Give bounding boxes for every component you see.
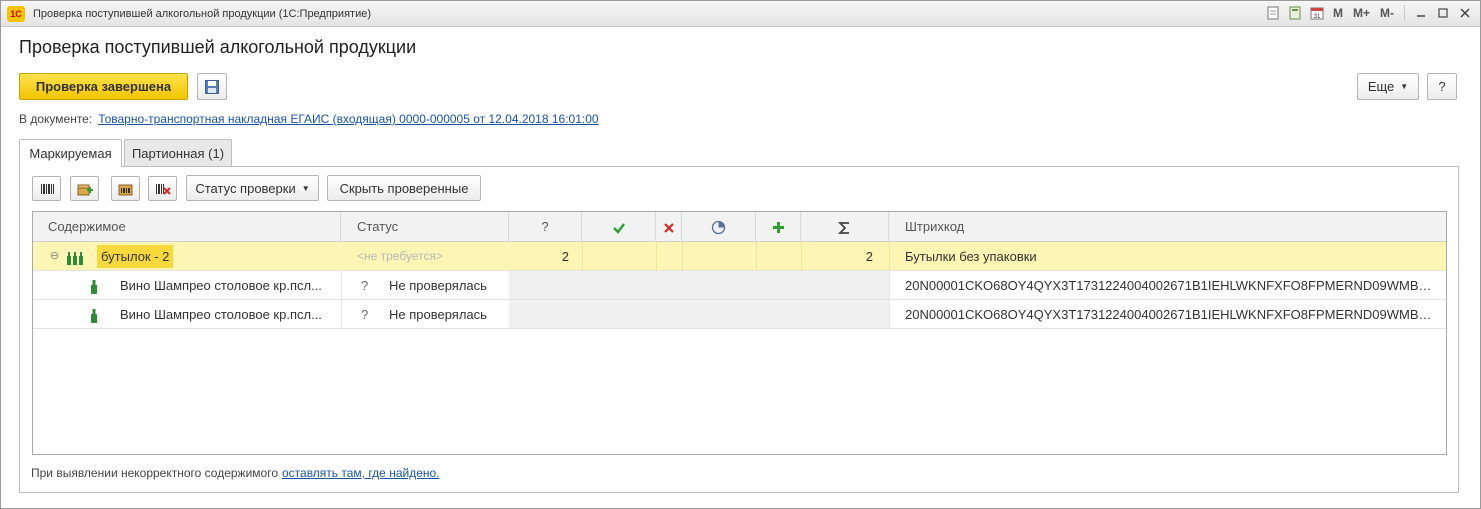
complete-check-button[interactable]: Проверка завершена: [19, 73, 188, 100]
document-link[interactable]: Товарно-транспортная накладная ЕГАИС (вх…: [98, 112, 598, 126]
app-window: 1С Проверка поступившей алкогольной прод…: [0, 0, 1481, 509]
box-add-icon: [77, 184, 93, 195]
pie-icon: [711, 220, 726, 235]
bottles-group-icon: [66, 242, 84, 271]
cross-icon: [663, 222, 674, 233]
bottle-icon: [89, 271, 99, 300]
svg-text:31: 31: [1314, 14, 1321, 20]
barcode-error-button[interactable]: [148, 176, 177, 201]
divider: [801, 242, 802, 270]
sigma-icon: [837, 221, 849, 234]
print-icon[interactable]: [1264, 4, 1282, 22]
row-status-mark: ?: [361, 278, 369, 293]
divider: [582, 242, 583, 270]
row-status: Не проверялась: [389, 278, 487, 293]
table-row-group[interactable]: ⊖ бутылок - 2 <не требуется> 2 2 Бутылки…: [33, 242, 1446, 271]
close-icon[interactable]: [1456, 4, 1474, 22]
memory-plus-button[interactable]: М+: [1350, 6, 1373, 20]
scan-barcode-button[interactable]: [32, 176, 61, 201]
content-table: Содержимое Статус ? Штрихкод ⊖ бутылок -…: [32, 211, 1447, 455]
page-title: Проверка поступившей алкогольной продукц…: [19, 37, 417, 57]
header-partial[interactable]: [682, 212, 756, 242]
header-error[interactable]: [656, 212, 682, 242]
table-row[interactable]: Вино Шампрео столовое кр.псл... ? Не про…: [33, 300, 1446, 329]
barcode-error-icon: [155, 183, 171, 195]
1c-logo-icon: 1С: [7, 5, 25, 22]
header-added[interactable]: [756, 212, 801, 242]
memory-minus-button[interactable]: М-: [1377, 6, 1397, 20]
dropdown-arrow-icon: ▼: [1400, 82, 1409, 91]
group-barcode: Бутылки без упаковки: [905, 249, 1037, 264]
group-question-count: 2: [561, 249, 569, 264]
row-barcode: 20N00001CKO68OY4QYX3T1731224004002671B1I…: [905, 278, 1435, 293]
row-content: Вино Шампрео столовое кр.псл...: [120, 278, 322, 293]
tab-batch[interactable]: Партионная (1): [124, 139, 232, 166]
footer-prefix: При выявлении некорректного содержимого: [31, 466, 278, 480]
header-checked[interactable]: [582, 212, 656, 242]
header-content[interactable]: Содержимое: [33, 212, 341, 242]
title-bar: 1С Проверка поступившей алкогольной прод…: [1, 1, 1480, 27]
memory-button[interactable]: М: [1330, 6, 1346, 20]
more-button[interactable]: Еще ▼: [1357, 73, 1419, 100]
row-status-mark: ?: [361, 307, 369, 322]
collapse-icon[interactable]: ⊖: [50, 242, 59, 271]
save-icon: [205, 79, 219, 94]
divider: [889, 242, 890, 270]
add-box-button[interactable]: [70, 176, 99, 201]
divider: [682, 242, 683, 270]
tab-marked[interactable]: Маркируемая: [19, 139, 122, 167]
divider: [656, 242, 657, 270]
status-filter-label: Статус проверки: [195, 180, 296, 196]
row-counts-area: [509, 300, 889, 328]
row-content: Вино Шампрео столовое кр.псл...: [120, 307, 322, 322]
bottle-icon: [89, 300, 99, 329]
group-status: <не требуется>: [357, 249, 443, 263]
separator: [1404, 5, 1405, 21]
header-sum[interactable]: [801, 212, 889, 242]
check-icon: [612, 222, 625, 234]
maximize-icon[interactable]: [1434, 4, 1452, 22]
status-filter-button[interactable]: Статус проверки ▼: [186, 175, 319, 201]
divider: [341, 271, 342, 299]
row-barcode: 20N00001CKO68OY4QYX3T1731224004002671B1I…: [905, 307, 1435, 322]
box-barcode-button[interactable]: [111, 176, 140, 201]
row-counts-area: [509, 271, 889, 299]
group-sum: 2: [865, 249, 873, 264]
divider: [889, 271, 890, 299]
dropdown-arrow-icon: ▼: [301, 183, 310, 193]
title-tools: 31 М М+ М-: [1264, 4, 1474, 22]
document-prefix: В документе:: [19, 112, 93, 126]
calendar-icon[interactable]: 31: [1308, 4, 1326, 22]
tab-panel: Статус проверки ▼ Скрыть проверенные Сод…: [19, 166, 1459, 493]
document-reference: В документе: Товарно-транспортная накладн…: [19, 112, 599, 126]
box-barcode-icon: [118, 184, 132, 195]
header-status[interactable]: Статус: [341, 212, 509, 242]
divider: [756, 242, 757, 270]
divider: [889, 300, 890, 328]
row-status: Не проверялась: [389, 307, 487, 322]
table-header: Содержимое Статус ? Штрихкод: [33, 212, 1446, 242]
hide-checked-button[interactable]: Скрыть проверенные: [327, 175, 481, 201]
more-label: Еще: [1367, 79, 1395, 94]
save-button[interactable]: [197, 73, 227, 100]
header-question[interactable]: ?: [509, 212, 582, 242]
group-content: бутылок - 2: [97, 245, 174, 268]
plus-icon: [772, 222, 784, 234]
minimize-icon[interactable]: [1412, 4, 1430, 22]
header-barcode[interactable]: Штрихкод: [889, 212, 1446, 242]
barcode-icon: [40, 183, 54, 194]
table-row[interactable]: Вино Шампрео столовое кр.псл... ? Не про…: [33, 271, 1446, 300]
footer-link[interactable]: оставлять там, где найдено.: [282, 466, 440, 480]
window-title: Проверка поступившей алкогольной продукц…: [33, 7, 371, 20]
help-button[interactable]: ?: [1427, 73, 1457, 100]
footer-note: При выявлении некорректного содержимого о…: [31, 466, 440, 480]
divider: [341, 300, 342, 328]
calculator-icon[interactable]: [1286, 4, 1304, 22]
